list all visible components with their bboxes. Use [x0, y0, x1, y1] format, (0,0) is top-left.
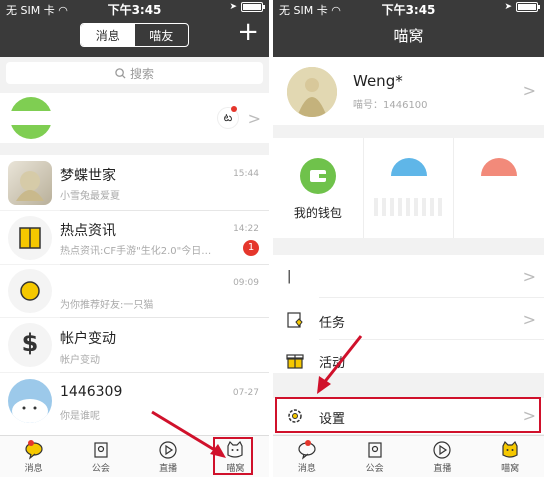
feature-grid: 我的钱包 [273, 138, 544, 238]
avatar [8, 269, 52, 313]
account-avatar: $ [8, 323, 52, 367]
status-bar: 无 SIM 卡 ◠ 下午3:45 ➤ [0, 0, 269, 17]
battery-icon [241, 2, 265, 12]
profile-id: 喵号：1446100 [353, 100, 428, 111]
message-time: 09:09 [233, 278, 259, 288]
status-time: 下午3:45 [381, 3, 436, 17]
tab-messages-bottom[interactable]: 消息 [0, 436, 67, 477]
cat-icon [481, 158, 518, 176]
gear-icon [288, 409, 302, 423]
avatar [8, 379, 52, 423]
robot-icon [390, 158, 427, 176]
battery-icon [516, 2, 540, 12]
message-preview: 热点资讯:CF手游"生化2.0"今日… [60, 246, 212, 257]
tab-guild[interactable]: 公会 [341, 436, 409, 477]
message-title: 热点资讯 [60, 223, 116, 239]
nav-header: 无 SIM 卡 ◠ 下午3:45 ➤ 喵窝 [273, 0, 544, 57]
wallet-icon [300, 158, 336, 194]
feature-cell[interactable] [454, 138, 544, 238]
search-icon [115, 67, 126, 79]
play-icon [159, 440, 177, 459]
message-time: 07-27 [232, 388, 259, 398]
message-preview: 小雪兔最爱夏 [60, 191, 120, 202]
message-title: 梦蝶世家 [60, 168, 116, 184]
tab-nest[interactable]: 喵窝 [476, 436, 544, 477]
menu-group: 设置 > [273, 398, 544, 434]
tab-guild[interactable]: 公会 [67, 436, 134, 477]
avatar [287, 67, 337, 117]
chevron-right-icon: > [522, 267, 536, 286]
wallet-label: 我的钱包 [293, 206, 342, 220]
add-icon[interactable]: + [237, 19, 259, 45]
message-preview: 帐户变动 [60, 355, 100, 366]
menu-group: | > 任务 > 活动 [273, 255, 544, 373]
play-icon [433, 440, 451, 459]
message-time: 15:44 [233, 169, 259, 179]
friend-icon [20, 281, 40, 301]
chevron-right-icon: > [522, 406, 536, 425]
menu-item-settings[interactable]: 设置 > [273, 398, 544, 433]
menu-item-tasks[interactable]: 任务 > [273, 302, 544, 337]
tab-bar: 消息 公会 直播 喵窝 [0, 435, 269, 477]
menu-item-first[interactable]: | > [273, 259, 544, 294]
news-avatar [8, 216, 52, 260]
unread-badge: 1 [243, 240, 259, 256]
list-item[interactable]: 热点资讯 热点资讯:CF手游"生化2.0"今日… 14:22 1 [0, 211, 269, 264]
gift-icon [286, 354, 304, 369]
tab-live[interactable]: 直播 [135, 436, 202, 477]
cat-face-icon [227, 440, 243, 458]
guild-icon [368, 441, 382, 458]
status-bar: 无 SIM 卡 ◠ 下午3:45 ➤ [273, 0, 544, 17]
top-banner-row[interactable]: ట > [0, 93, 269, 143]
nav-header: 无 SIM 卡 ◠ 下午3:45 ➤ 消息 喵友 + [0, 0, 269, 57]
chevron-right-icon: > [522, 81, 536, 100]
book-icon [19, 227, 41, 249]
location-icon: ➤ [504, 2, 512, 12]
menu-item-events[interactable]: 活动 [273, 342, 544, 377]
profile-name: Weng* [353, 72, 403, 90]
tab-friends[interactable]: 喵友 [135, 24, 189, 46]
messages-screen: 无 SIM 卡 ◠ 下午3:45 ➤ 消息 喵友 + 搜索 ట > 梦蝶世家 小… [0, 0, 269, 477]
profile-card[interactable]: Weng* 喵号：1446100 > [273, 57, 544, 125]
guild-icon [94, 441, 108, 458]
page-title: 喵窝 [393, 27, 424, 45]
task-icon [287, 312, 303, 328]
tab-bar: 消息 公会 直播 喵窝 [273, 435, 544, 477]
tab-live[interactable]: 直播 [409, 436, 477, 477]
nest-screen: 无 SIM 卡 ◠ 下午3:45 ➤ 喵窝 Weng* 喵号：1446100 >… [273, 0, 544, 477]
tab-messages-bottom[interactable]: 消息 [273, 436, 341, 477]
dollar-icon: $ [21, 329, 39, 357]
segmented-control: 消息 喵友 [80, 23, 189, 47]
message-preview: 你是谁呢 [60, 411, 100, 422]
message-title: 1446309 [60, 384, 123, 400]
list-item[interactable]: 1446309 你是谁呢 07-27 [0, 373, 269, 435]
chevron-right-icon: > [522, 310, 536, 329]
tab-messages[interactable]: 消息 [81, 24, 135, 46]
wallet-cell[interactable]: 我的钱包 [273, 138, 364, 238]
feature-cell[interactable] [364, 138, 455, 238]
cat-face-icon [502, 440, 518, 458]
message-preview: 为你推荐好友:一只猫 [60, 300, 154, 311]
tab-nest[interactable]: 喵窝 [202, 436, 269, 477]
message-time: 14:22 [233, 224, 259, 234]
search-input[interactable]: 搜索 [6, 62, 263, 84]
chevron-right-icon: > [247, 109, 261, 128]
avatar [8, 161, 52, 205]
search-placeholder: 搜索 [129, 66, 154, 81]
message-title: 帐户变动 [60, 331, 116, 347]
location-icon: ➤ [229, 2, 237, 12]
list-item[interactable]: 为你推荐好友:一只猫 09:09 [0, 265, 269, 317]
list-item[interactable]: $ 帐户变动 帐户变动 [0, 318, 269, 372]
list-item[interactable]: 梦蝶世家 小雪兔最爱夏 15:44 [0, 155, 269, 210]
cat-icon [12, 399, 48, 423]
